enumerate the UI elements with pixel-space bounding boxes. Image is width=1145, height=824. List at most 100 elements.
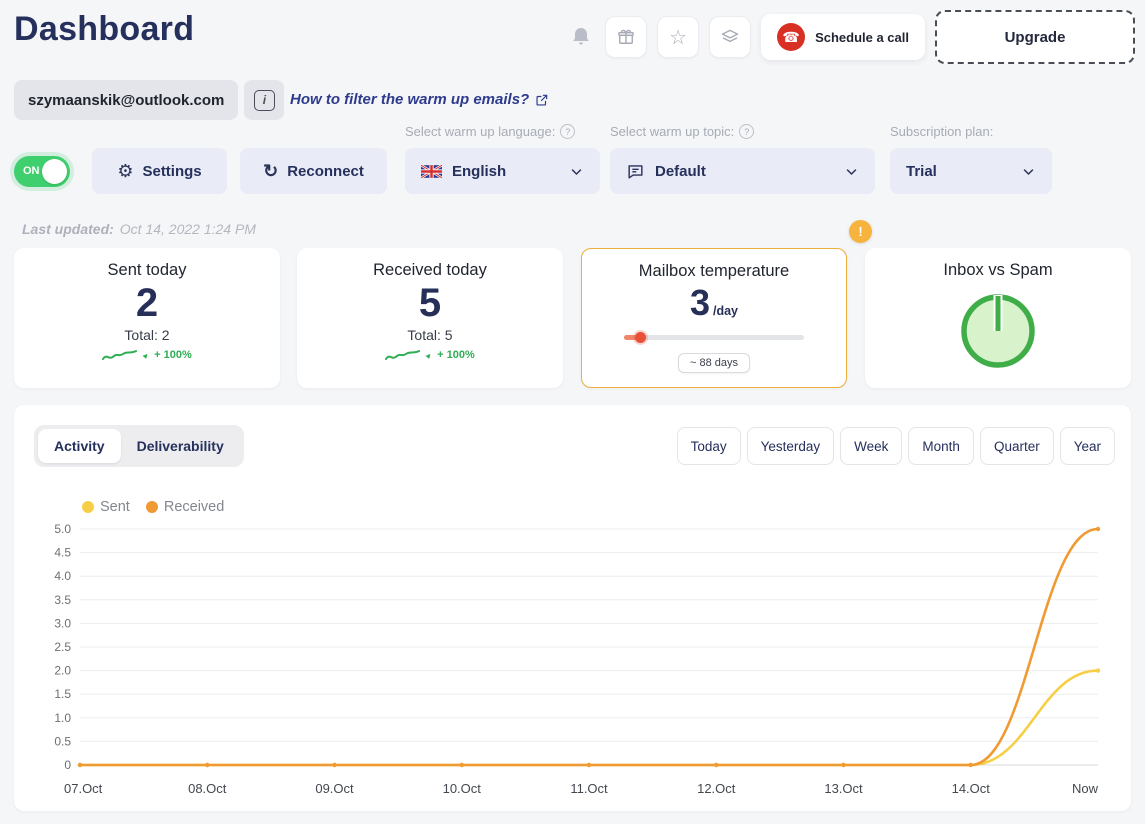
temperature-unit: /day (713, 304, 739, 318)
external-link-icon (536, 94, 548, 106)
tab-activity[interactable]: Activity (38, 429, 121, 463)
schedule-call-button[interactable]: ☎ Schedule a call (761, 14, 925, 60)
activity-line-chart[interactable]: 0 0.5 1.0 1.5 2.0 2.5 3.0 3.5 4.0 4.5 5.0 07.Oct 08.… (28, 517, 1123, 805)
sent-change: + 100% (154, 349, 192, 361)
mailbox-temperature-card: Mailbox temperature 3 /day ~ 88 days (581, 248, 847, 388)
plan-value: Trial (906, 162, 937, 180)
activity-panel: Activity Deliverability Today Yesterday … (14, 405, 1131, 811)
sent-today-card: Sent today 2 Total: 2 ▲ + 100% (14, 248, 280, 388)
mailbox-temperature-title: Mailbox temperature (638, 262, 790, 280)
uk-flag-icon (421, 164, 442, 178)
trend-arrow-icon: ▲ (140, 349, 153, 361)
upgrade-button[interactable]: Upgrade (935, 10, 1135, 64)
svg-text:10.Oct: 10.Oct (443, 781, 482, 796)
received-today-total: Total: 5 (407, 327, 453, 343)
sent-today-trend: ▲ + 100% (102, 348, 192, 362)
legend-dot-received (145, 501, 158, 513)
legend-dot-sent (82, 501, 94, 513)
chevron-down-icon (846, 168, 857, 175)
topic-label: Select warm up topic: ? (610, 124, 755, 139)
plan-label: Subscription plan: (890, 124, 994, 139)
toggle-knob (42, 159, 67, 184)
svg-text:5.0: 5.0 (54, 522, 71, 536)
gift-icon[interactable] (605, 16, 648, 58)
language-select[interactable]: English (405, 148, 600, 194)
svg-text:14.Oct: 14.Oct (952, 781, 991, 796)
reconnect-button[interactable]: ↻ Reconnect (240, 148, 387, 194)
svg-text:11.Oct: 11.Oct (570, 781, 608, 796)
inbox-vs-spam-title: Inbox vs Spam (943, 261, 1053, 279)
chart-legend: Sent Received (82, 499, 224, 515)
page-title: Dashboard (14, 10, 195, 48)
svg-text:2.0: 2.0 (54, 664, 71, 678)
svg-text:13.Oct: 13.Oct (824, 781, 863, 796)
temperature-value-row: 3 /day (690, 283, 738, 323)
svg-text:3.5: 3.5 (54, 593, 71, 607)
settings-button[interactable]: ⚙ Settings (92, 148, 227, 194)
star-icon[interactable]: ☆ (657, 16, 700, 58)
svg-text:07.Oct: 07.Oct (64, 781, 103, 796)
svg-text:1.0: 1.0 (54, 711, 71, 725)
range-quarter[interactable]: Quarter (979, 427, 1054, 465)
topic-help-icon[interactable]: ? (739, 124, 755, 139)
chart-tabs: Activity Deliverability (34, 425, 244, 467)
reconnect-label: Reconnect (287, 162, 364, 180)
slider-handle[interactable] (635, 332, 646, 343)
star-glyph: ☆ (669, 26, 688, 49)
chat-icon (628, 164, 643, 179)
svg-text:12.Oct: 12.Oct (697, 781, 736, 796)
warmup-help-link[interactable]: How to filter the warm up emails? (290, 91, 549, 108)
legend-received: Received (145, 499, 224, 515)
last-updated-value: Oct 14, 2022 1:24 PM (119, 221, 256, 237)
refresh-icon: ↻ (263, 160, 279, 181)
svg-text:09.Oct: 09.Oct (315, 781, 354, 796)
schedule-call-label: Schedule a call (815, 29, 909, 45)
warmup-toggle[interactable]: ON (14, 156, 70, 187)
svg-text:2.5: 2.5 (54, 640, 71, 654)
plan-select[interactable]: Trial (890, 148, 1052, 194)
sparkline-icon (102, 350, 138, 360)
sent-today-total: Total: 2 (124, 327, 170, 343)
warning-icon[interactable]: ! (849, 220, 872, 243)
phone-icon: ☎ (777, 23, 806, 51)
range-week[interactable]: Week (840, 427, 903, 465)
legend-sent: Sent (82, 499, 130, 515)
chevron-down-icon (1023, 168, 1034, 175)
layers-icon[interactable] (709, 16, 752, 58)
svg-text:1.5: 1.5 (54, 687, 71, 701)
range-today[interactable]: Today (676, 427, 741, 465)
temperature-slider[interactable] (624, 332, 804, 343)
svg-text:4.0: 4.0 (54, 569, 71, 583)
svg-text:0: 0 (64, 758, 71, 772)
time-range-buttons: Today Yesterday Week Month Quarter Year (676, 427, 1115, 465)
svg-text:Now: Now (1072, 781, 1099, 796)
topic-select[interactable]: Default (610, 148, 875, 194)
sparkline-icon (385, 350, 421, 360)
header-actions: ☆ ☎ Schedule a call Upgrade (567, 8, 1135, 66)
inbox-spam-pie-icon (961, 294, 1035, 368)
last-updated-label: Last updated: (22, 221, 114, 237)
range-month[interactable]: Month (908, 427, 974, 465)
inbox-vs-spam-card: Inbox vs Spam (865, 248, 1131, 388)
language-value: English (452, 162, 507, 180)
received-today-value: 5 (418, 281, 442, 325)
language-label: Select warm up language: ? (405, 124, 576, 139)
gear-icon: ⚙ (117, 160, 134, 181)
svg-text:4.5: 4.5 (54, 546, 71, 560)
language-help-icon[interactable]: ? (560, 124, 576, 139)
received-today-card: Received today 5 Total: 5 ▲ + 100% (297, 248, 563, 388)
chevron-down-icon (571, 168, 582, 175)
sent-today-title: Sent today (107, 261, 187, 279)
svg-text:08.Oct: 08.Oct (188, 781, 227, 796)
help-link-text: How to filter the warm up emails? (290, 91, 530, 108)
received-today-trend: ▲ + 100% (385, 348, 475, 362)
bell-icon[interactable] (567, 23, 595, 51)
last-updated: Last updated: Oct 14, 2022 1:24 PM (22, 221, 256, 237)
account-row: szymaanskik@outlook.com i (14, 80, 285, 120)
range-year[interactable]: Year (1059, 427, 1115, 465)
range-yesterday[interactable]: Yesterday (746, 427, 835, 465)
svg-text:3.0: 3.0 (54, 616, 71, 630)
tab-deliverability[interactable]: Deliverability (121, 429, 240, 463)
email-info-button[interactable]: i (244, 80, 285, 120)
received-change: + 100% (437, 349, 475, 361)
